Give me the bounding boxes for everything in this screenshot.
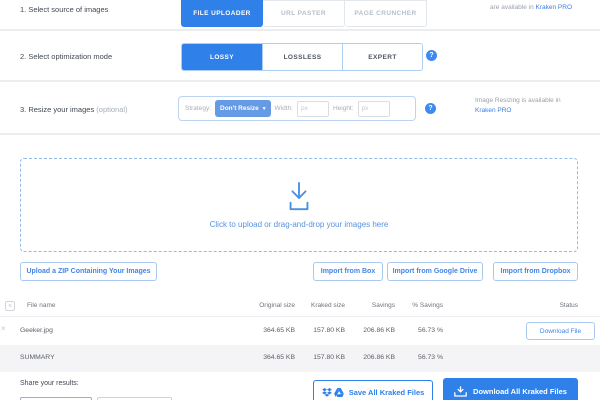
percent-savings-cell: 56.73 % — [383, 327, 443, 334]
width-input[interactable] — [297, 101, 329, 117]
download-box-icon — [454, 386, 467, 397]
tab-url-paster[interactable]: URL PASTER — [263, 0, 345, 27]
cloud-save-icons — [322, 388, 344, 397]
divider — [0, 80, 600, 82]
step3-label-text: 3. Resize your images — [20, 105, 96, 114]
dropbox-icon — [322, 388, 332, 397]
step1-label: 1. Select source of images — [20, 5, 108, 14]
import-google-drive-button[interactable]: Import from Google Drive — [387, 262, 483, 281]
pro-availability-note: are available in Kraken PRO — [490, 4, 572, 11]
mode-lossy-button[interactable]: LOSSY — [182, 44, 262, 70]
height-input[interactable] — [358, 101, 390, 117]
download-file-button[interactable]: Download File — [526, 322, 595, 340]
kraken-pro-link[interactable]: Kraken PRO — [536, 4, 573, 11]
file-name-cell: Geeker.jpg — [20, 327, 53, 334]
pro-note-text: are available in — [490, 4, 536, 11]
resize-pro-note: Image Resizing is available in Kraken PR… — [475, 96, 561, 116]
upload-dropzone[interactable]: Click to upload or drag-and-drop your im… — [20, 158, 578, 252]
summary-percent: 56.73 % — [383, 354, 443, 361]
optimization-mode-group: LOSSY LOSSLESS EXPERT — [181, 43, 423, 71]
download-all-label: Download All Kraked Files — [473, 387, 567, 396]
width-label: Width: — [275, 105, 293, 112]
tab-page-cruncher[interactable]: PAGE CRUNCHER — [345, 0, 427, 27]
select-all-checkbox[interactable]: × — [5, 301, 15, 311]
kraken-pro-link[interactable]: Kraken PRO — [475, 107, 512, 114]
chevron-down-icon: ▾ — [263, 106, 266, 112]
summary-label: SUMMARY — [20, 354, 55, 361]
height-label: Height: — [333, 105, 354, 112]
col-file-name: File name — [27, 302, 56, 309]
save-all-kraked-files-button[interactable]: Save All Kraked Files — [313, 380, 433, 400]
resize-help-icon[interactable]: ? — [425, 103, 436, 114]
divider — [0, 133, 600, 135]
strategy-value: Don't Resize — [220, 105, 259, 112]
col-percent-savings: % Savings — [383, 302, 443, 309]
mode-expert-button[interactable]: EXPERT — [342, 44, 422, 70]
resize-controls: Strategy: Don't Resize ▾ Width: Height: — [178, 96, 416, 121]
resize-note-text: Image Resizing is available in — [475, 97, 561, 104]
strategy-label: Strategy: — [185, 105, 211, 112]
upload-zip-button[interactable]: Upload a ZIP Containing Your Images — [20, 262, 157, 281]
divider — [0, 316, 600, 317]
google-drive-icon — [334, 388, 344, 397]
tab-file-uploader[interactable]: FILE UPLOADER — [181, 0, 263, 27]
dropzone-text: Click to upload or drag-and-drop your im… — [210, 220, 389, 229]
source-tabs: FILE UPLOADER URL PASTER PAGE CRUNCHER — [181, 0, 427, 27]
import-box-button[interactable]: Import from Box — [313, 262, 383, 281]
strategy-select[interactable]: Don't Resize ▾ — [215, 100, 271, 117]
step3-optional-text: (optional) — [96, 105, 127, 114]
col-status: Status — [518, 302, 578, 309]
mode-lossless-button[interactable]: LOSSLESS — [262, 44, 342, 70]
save-all-label: Save All Kraked Files — [349, 388, 425, 397]
step2-label: 2. Select optimization mode — [20, 52, 112, 61]
divider — [0, 29, 600, 31]
download-arrow-icon — [280, 182, 318, 212]
download-all-kraked-files-button[interactable]: Download All Kraked Files — [443, 378, 578, 400]
mode-help-icon[interactable]: ? — [426, 50, 437, 61]
step3-label: 3. Resize your images (optional) — [20, 105, 128, 114]
share-results-label: Share your results: — [20, 380, 79, 387]
import-dropbox-button[interactable]: Import from Dropbox — [493, 262, 578, 281]
remove-file-icon[interactable]: × — [1, 324, 6, 333]
kraken-optimizer-page: 1. Select source of images FILE UPLOADER… — [0, 0, 600, 400]
